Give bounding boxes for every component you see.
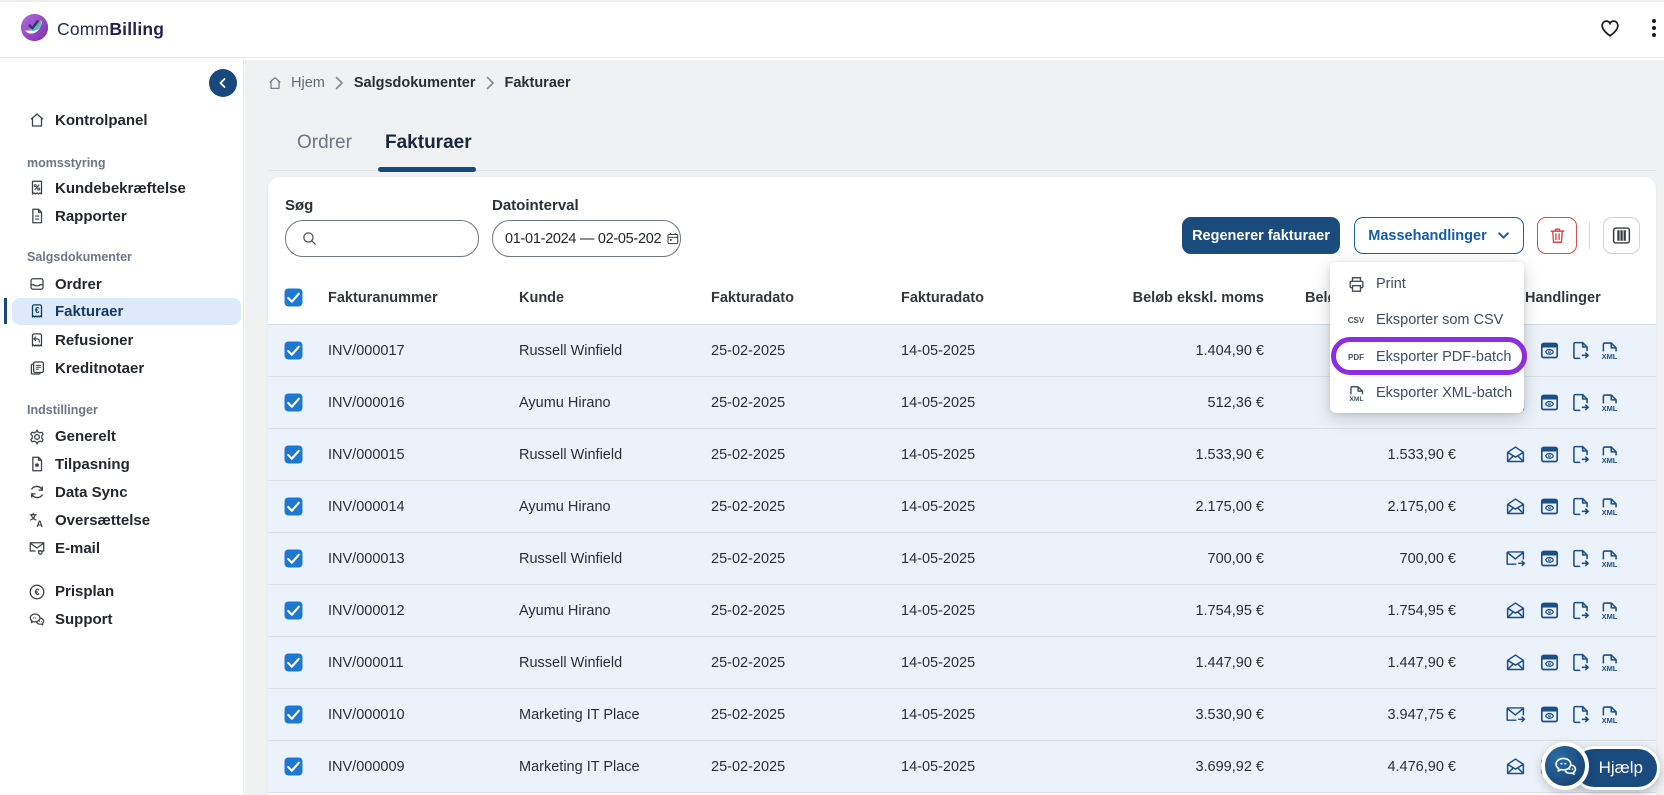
svg-text:€: € (35, 306, 40, 315)
svg-text:A: A (36, 519, 43, 529)
svg-text:€: € (35, 587, 40, 597)
